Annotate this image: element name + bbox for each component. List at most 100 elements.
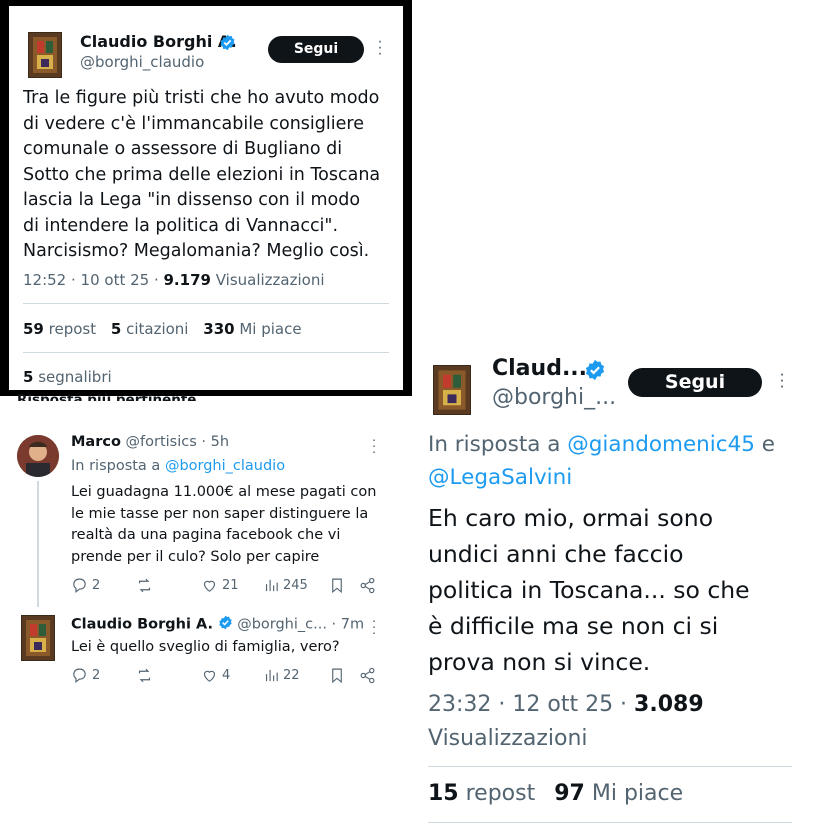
follow-button[interactable]: Segui	[628, 368, 762, 397]
tweet-text-line: Eh caro mio, ormai sono	[428, 504, 714, 532]
borghi-avatar[interactable]	[21, 615, 55, 661]
divider	[23, 352, 389, 353]
share-icon	[360, 577, 375, 594]
repost-button[interactable]	[136, 577, 157, 594]
reposts-label: repost	[458, 781, 536, 806]
views-chart-icon	[265, 579, 278, 592]
reply-count: 2	[92, 578, 101, 593]
tweet-text-line: Narcisismo? Megalomania? Meglio così.	[23, 241, 370, 261]
share-button[interactable]	[359, 577, 376, 594]
tweet-screenshot-frame: Claudio Borghi A. @borghi_claudio Segui …	[0, 0, 412, 396]
reply-actions: 2 4 22	[71, 667, 381, 687]
bookmarks-stat[interactable]: 5 segnalibri	[23, 368, 112, 386]
tweet-timestamp[interactable]: 23:32 · 12 ott 25 ·	[428, 692, 634, 717]
reply-text: Lei guadagna 11.000€ al mese pagati con …	[71, 482, 401, 568]
views-label: Visualizzazioni	[428, 726, 588, 751]
reply-context-prefix: In risposta a	[428, 432, 568, 457]
views-button[interactable]: 22	[264, 667, 300, 684]
divider	[428, 766, 792, 767]
reply-button[interactable]: 2	[71, 667, 100, 684]
divider	[23, 303, 389, 304]
author-name[interactable]: Claud...	[492, 356, 587, 381]
verified-badge-icon	[584, 359, 606, 385]
reply-author-name[interactable]: Marco	[71, 434, 121, 450]
reply-handle-time[interactable]: @borghi_c... · 7m	[237, 617, 364, 633]
verified-badge-icon	[218, 615, 233, 634]
views-count: 245	[283, 578, 308, 593]
bookmarks-count: 5	[23, 368, 34, 386]
likes-label: Mi piace	[234, 320, 302, 338]
tweet-text-line: Sotto che prima delle elezioni in Toscan…	[23, 164, 381, 185]
reposts-label: repost	[43, 320, 97, 338]
reply-to-handle-link[interactable]: @LegaSalvini	[428, 465, 572, 490]
reply-text-line: prende per il culo? Solo per capire	[71, 548, 320, 565]
author-avatar[interactable]	[28, 32, 62, 78]
tweet-meta: 23:32 · 12 ott 25 · 3.089 Visualizzazion…	[428, 688, 704, 756]
engagement-row: 15 repost 97 Mi piace	[428, 781, 683, 806]
bookmark-button[interactable]	[329, 577, 345, 594]
quotes-stat[interactable]: 5 citazioni	[111, 320, 189, 338]
views-button[interactable]: 245	[264, 577, 308, 594]
views-count: 22	[283, 668, 300, 683]
tweet-text-line: comunale o assessore di Bugliano di	[23, 139, 343, 159]
thread-line	[37, 481, 39, 607]
like-count: 4	[222, 668, 231, 683]
author-handle[interactable]: @borghi_claudio	[80, 53, 204, 71]
verified-badge-icon	[219, 34, 236, 55]
author-avatar[interactable]	[433, 365, 471, 415]
reply-text-line: le mie tasse per non saper distinguere l…	[71, 505, 369, 522]
more-options-icon[interactable]: · · ·	[375, 39, 385, 60]
reposts-stat[interactable]: 15 repost	[428, 781, 535, 806]
like-count: 21	[222, 578, 239, 593]
reply-tweet-borghi[interactable]: Claudio Borghi A. @borghi_c... · 7m · · · …	[0, 605, 412, 695]
more-options-icon[interactable]: · · ·	[369, 437, 379, 457]
reply-context-and: e	[754, 432, 776, 457]
tweet-text-line: politica in Toscana... so che	[428, 576, 750, 604]
marco-avatar[interactable]	[17, 435, 59, 477]
reply-icon	[73, 578, 86, 594]
reply-text: Lei è quello sveglio di famiglia, vero?	[71, 639, 340, 655]
reply-to-handle-link[interactable]: @giandomenic45	[567, 432, 755, 457]
tweet-timestamp[interactable]: 12:52 · 10 ott 25 ·	[23, 271, 164, 289]
more-options-icon[interactable]: · · ·	[776, 371, 788, 393]
tweet-text-line: di intendere la politica di Vannacci".	[23, 215, 339, 236]
reply-handle-time[interactable]: @fortisics · 5h	[126, 434, 230, 450]
reply-count: 2	[92, 668, 101, 683]
share-button[interactable]	[359, 667, 376, 684]
reply-button[interactable]: 2	[71, 577, 100, 594]
reply-to-handle-link[interactable]: @borghi_claudio	[165, 458, 285, 474]
heart-icon	[203, 670, 216, 682]
heart-icon	[203, 580, 216, 592]
views-count: 9.179	[163, 271, 211, 289]
reply-icon	[73, 668, 86, 684]
reply-tweet-marco[interactable]: Marco @fortisics · 5h · · · In risposta a …	[0, 425, 412, 607]
bookmark-button[interactable]	[329, 667, 345, 684]
likes-stat[interactable]: 330 Mi piace	[203, 320, 301, 338]
tweet-meta: 12:52 · 10 ott 25 · 9.179 Visualizzazion…	[23, 271, 325, 289]
repost-button[interactable]	[136, 667, 157, 684]
author-handle[interactable]: @borghi_...	[492, 385, 616, 410]
reposts-stat[interactable]: 59 repost	[23, 320, 96, 338]
tweet-text-line: è difficile ma se non ci si	[428, 612, 719, 640]
share-icon	[360, 667, 375, 684]
author-name[interactable]: Claudio Borghi A.	[80, 32, 237, 51]
tweet-text-line: Tra le figure più tristi che ho avuto mo…	[23, 88, 380, 108]
likes-stat[interactable]: 97 Mi piace	[554, 781, 683, 806]
right-tweet-card: Claud... @borghi_... Segui · · · In rispos…	[418, 345, 831, 828]
reply-text-line: realtà da una pagina facebook che vi	[71, 527, 341, 543]
like-button[interactable]: 4	[201, 667, 230, 684]
likes-count: 97	[554, 781, 585, 806]
main-tweet-card: Claudio Borghi A. @borghi_claudio Segui …	[9, 6, 403, 390]
more-options-icon[interactable]: · · ·	[369, 618, 379, 638]
reply-author-name[interactable]: Claudio Borghi A.	[71, 617, 213, 633]
reply-context: In risposta a @giandomenic45 e @LegaSalv…	[428, 428, 775, 494]
tweet-text-line: undici anni che faccio	[428, 540, 684, 568]
tweet-text: Eh caro mio, ormai sono undici anni che …	[428, 500, 750, 680]
reposts-count: 59	[23, 320, 44, 338]
tweet-text-line: prova non si vince.	[428, 648, 651, 676]
bookmark-icon	[332, 578, 342, 594]
follow-button[interactable]: Segui	[268, 36, 364, 63]
likes-label: Mi piace	[584, 781, 684, 806]
like-button[interactable]: 21	[201, 577, 239, 594]
likes-count: 330	[203, 320, 235, 338]
